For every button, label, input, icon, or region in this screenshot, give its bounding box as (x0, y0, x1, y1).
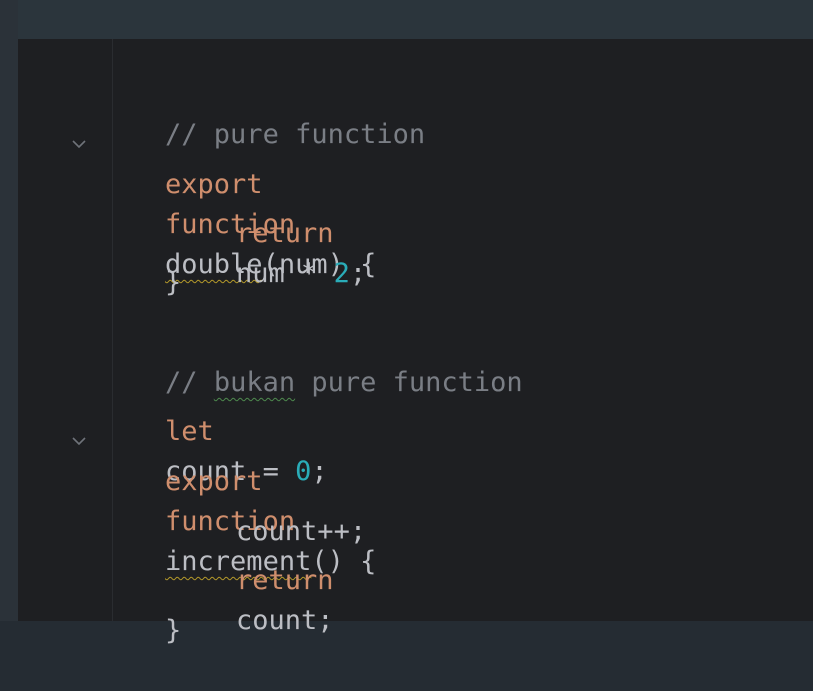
code-line-2: export function double(num) { (100, 125, 376, 280)
code-line-6: // bukan pure function (100, 323, 523, 398)
code-line-3: return num * 2; (171, 174, 366, 289)
code-editor[interactable]: // pure function export function double(… (18, 39, 813, 646)
left-tool-strip (0, 0, 18, 621)
code-line-7: let count = 0; (100, 372, 328, 487)
code-line-11: } (100, 571, 181, 646)
chevron-down-icon (72, 140, 86, 149)
comment-rest: pure function (295, 367, 523, 398)
window-top-bar (0, 0, 813, 39)
code-line-9: count++; (171, 472, 366, 547)
keyword-return: return (236, 218, 334, 249)
number-literal: 2 (333, 258, 350, 289)
code-line-4: } (100, 223, 181, 298)
keyword-return: return (236, 565, 334, 596)
closing-brace: } (165, 267, 182, 298)
fold-toggle-double[interactable] (70, 135, 88, 153)
chevron-down-icon (72, 437, 86, 446)
fold-toggle-increment[interactable] (70, 432, 88, 450)
semicolon: ; (349, 258, 367, 289)
code-line-8: export function increment() { (100, 422, 376, 577)
code-line-10: return count; (171, 521, 334, 636)
expression: num * (236, 258, 334, 289)
closing-brace: } (165, 615, 182, 646)
code-line-1: // pure function (100, 75, 425, 150)
